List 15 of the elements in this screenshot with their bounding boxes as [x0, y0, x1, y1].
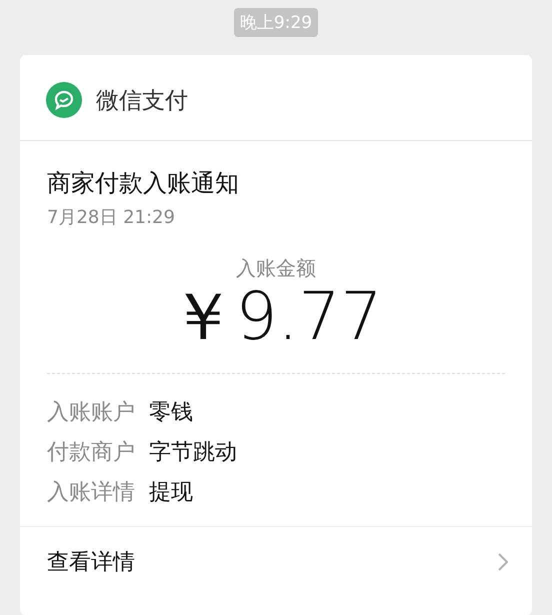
notice-title: 商家付款入账通知	[47, 168, 240, 199]
app-name: 微信支付	[96, 86, 188, 116]
view-details-link[interactable]: 查看详情	[20, 526, 532, 578]
detail-value: 提现	[149, 479, 193, 508]
detail-value: 零钱	[149, 399, 193, 428]
timestamp: 晚上9:29	[234, 8, 318, 37]
chat-bubble-icon	[46, 82, 82, 118]
notice-date: 7月28日 21:29	[47, 206, 176, 229]
detail-label: 付款商户	[47, 439, 135, 468]
detail-label: 入账账户	[47, 399, 135, 428]
detail-label: 入账详情	[47, 479, 135, 508]
chevron-icon	[498, 553, 508, 572]
detail-value: 字节跳动	[149, 439, 237, 468]
amount-label: 入账金额	[235, 255, 317, 282]
amount: ￥9.77	[168, 282, 384, 352]
